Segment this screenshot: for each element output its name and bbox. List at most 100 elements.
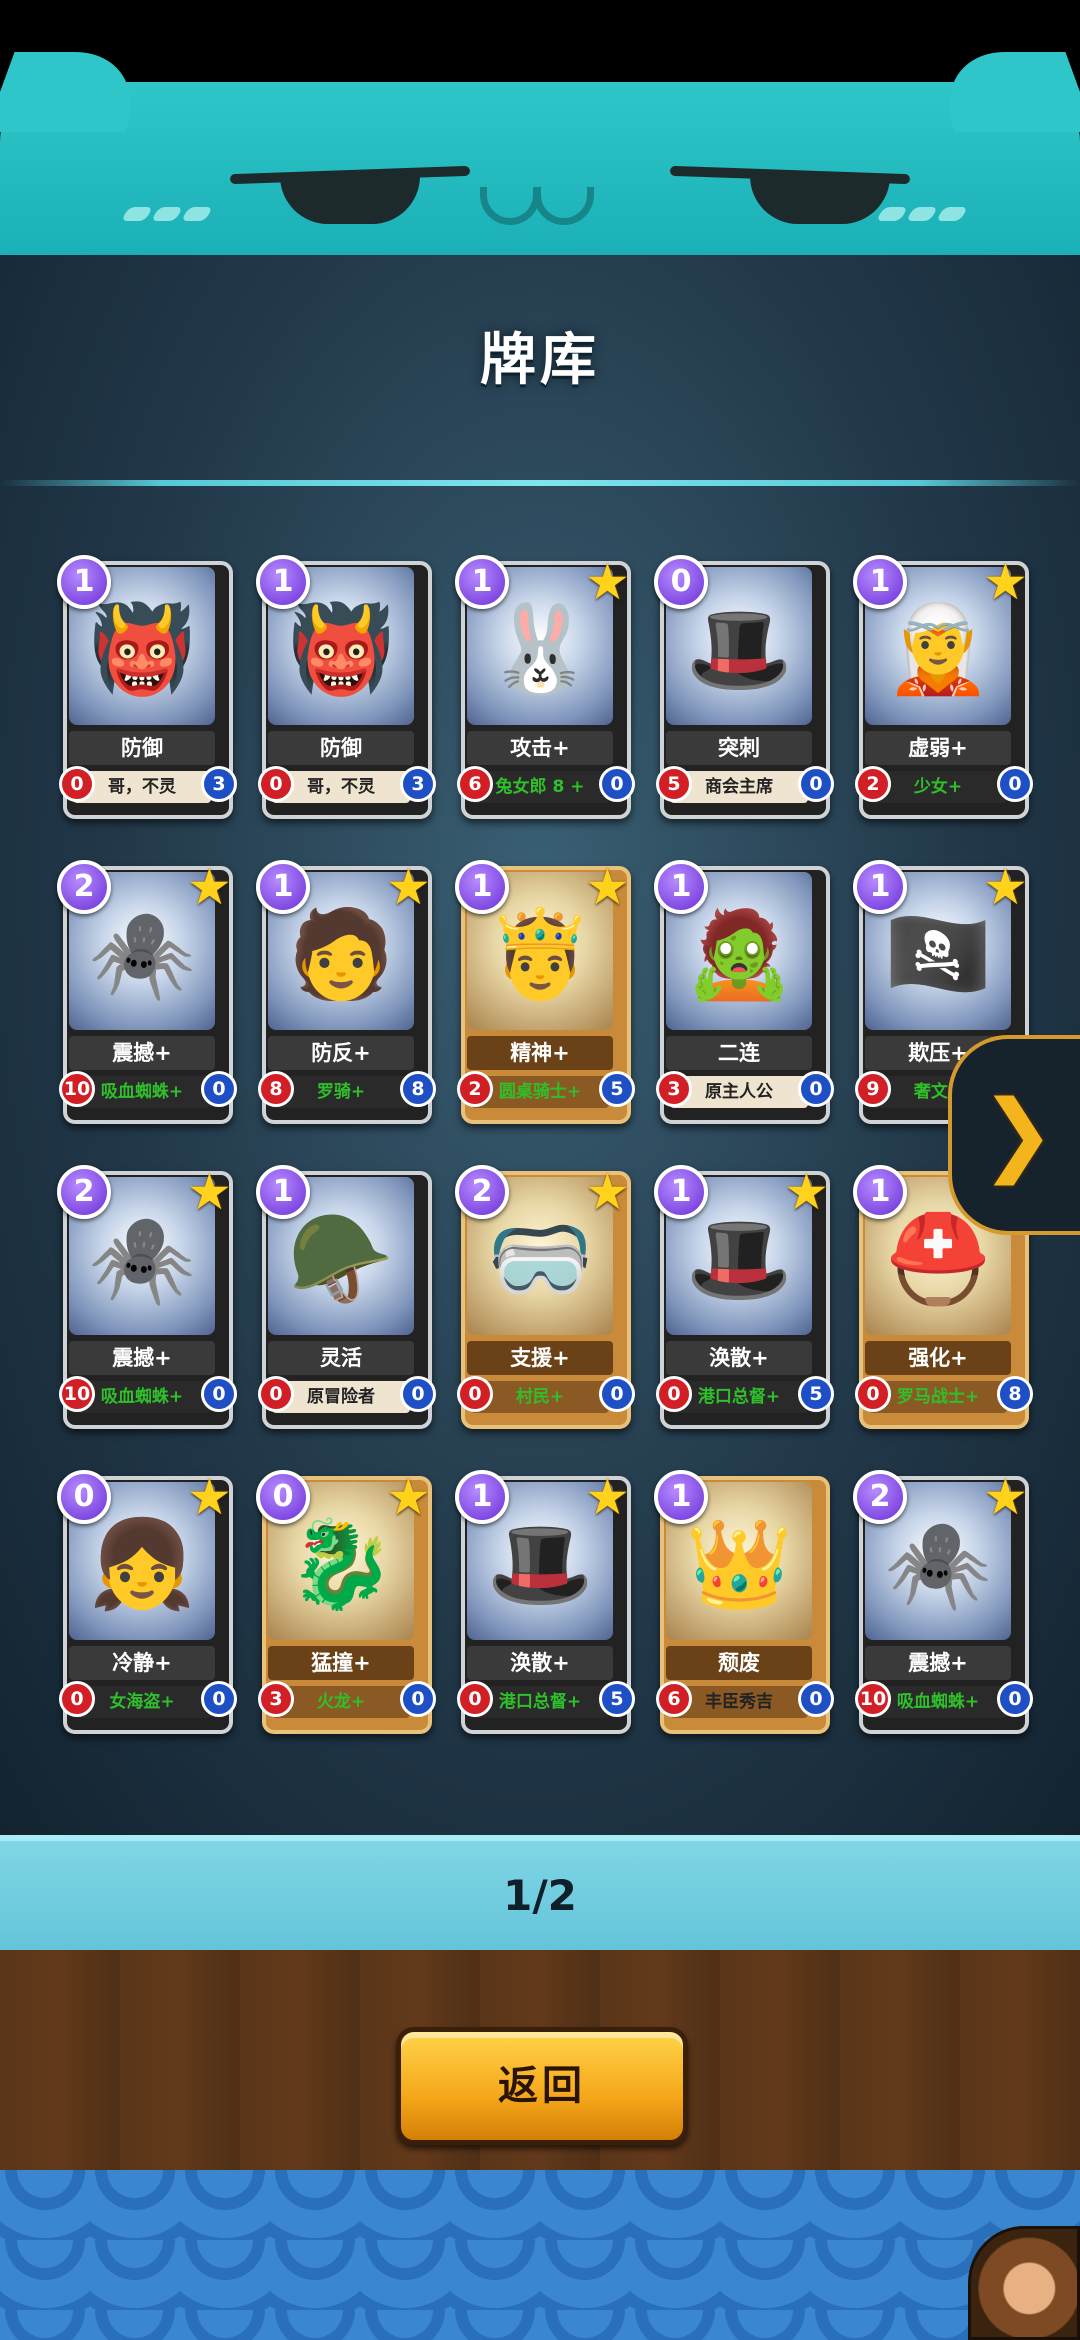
card-right-badge: 8: [400, 1071, 436, 1107]
card-left-badge: 5: [656, 766, 692, 802]
card-right-badge: 0: [798, 766, 834, 802]
character-portrait: 🐰: [486, 599, 594, 700]
deck-panel: 牌库 👹 防御 哥，不灵 1 0 3 👹 防御 哥，不灵 1 0 3 🐰 攻击+ 兔女郎 8 +1 ★ 6 0 🎩 突…: [0, 255, 1080, 1835]
card-cost: 0: [57, 1470, 111, 1524]
character-portrait: ⛑️: [884, 1209, 992, 1310]
cat-blush: [120, 207, 154, 221]
cat-mouth: [480, 187, 600, 227]
card-cost: 1: [256, 1165, 310, 1219]
deck-card[interactable]: 👹 防御 哥，不灵 1 0 3: [57, 555, 237, 819]
card-left-badge: 0: [855, 1376, 891, 1412]
card-cost: 1: [455, 555, 509, 609]
card-cost: 1: [654, 1470, 708, 1524]
character-portrait: 🎩: [685, 599, 793, 700]
card-right-badge: 3: [201, 766, 237, 802]
player-avatar[interactable]: [968, 2226, 1080, 2340]
card-name: 涣散+: [467, 1646, 613, 1680]
card-cost: 1: [57, 555, 111, 609]
character-portrait: 🎩: [685, 1209, 793, 1310]
deck-card[interactable]: 🎩 涣散+ 港口总督+ 1 ★ 0 5: [455, 1470, 635, 1734]
card-cost: 2: [57, 1165, 111, 1219]
card-right-badge: 0: [997, 766, 1033, 802]
cat-blush: [150, 207, 184, 221]
card-left-badge: 0: [59, 1681, 95, 1717]
card-right-badge: 0: [599, 766, 635, 802]
card-name: 涣散+: [666, 1341, 812, 1375]
card-cost: 1: [455, 1470, 509, 1524]
deck-card[interactable]: 🧟 二连 原主人公 1 3 0: [654, 860, 834, 1124]
deck-card[interactable]: 🎩 涣散+ 港口总督+ 1 ★ 0 5: [654, 1165, 834, 1429]
next-page-button[interactable]: ❯: [948, 1035, 1080, 1235]
card-name: 颓废: [666, 1646, 812, 1680]
deck-card[interactable]: 🤴 精神+ 圆桌骑士+ 1 ★ 2 5: [455, 860, 635, 1124]
deck-card[interactable]: 🥽 支援+ 村民+ 2 ★ 0 0: [455, 1165, 635, 1429]
card-name: 虚弱+: [865, 731, 1011, 765]
character-portrait: 👧: [88, 1514, 196, 1615]
deck-card[interactable]: 🕷️ 震撼+ 吸血蜘蛛+ 2 ★ 10 0: [57, 1165, 237, 1429]
deck-card[interactable]: 🕷️ 震撼+ 吸血蜘蛛+ 2 ★ 10 0: [57, 860, 237, 1124]
star-icon: ★: [187, 858, 232, 916]
card-left-badge: 0: [59, 766, 95, 802]
top-bar: [0, 0, 1080, 90]
card-name: 防御: [268, 731, 414, 765]
card-cost: 0: [256, 1470, 310, 1524]
cat-blush: [875, 207, 909, 221]
star-icon: ★: [187, 1163, 232, 1221]
card-name: 冷静+: [69, 1646, 215, 1680]
star-icon: ★: [784, 1163, 829, 1221]
card-left-badge: 0: [258, 1376, 294, 1412]
card-left-badge: 0: [457, 1376, 493, 1412]
card-name: 震撼+: [69, 1036, 215, 1070]
card-cost: 2: [57, 860, 111, 914]
star-icon: ★: [386, 858, 431, 916]
deck-card[interactable]: 🐰 攻击+ 兔女郎 8 +1 ★ 6 0: [455, 555, 635, 819]
card-left-badge: 2: [457, 1071, 493, 1107]
card-cost: 1: [256, 860, 310, 914]
character-portrait: 🧟: [685, 904, 793, 1005]
card-right-badge: 0: [798, 1071, 834, 1107]
card-right-badge: 5: [798, 1376, 834, 1412]
page-indicator-bar: 1/2: [0, 1835, 1080, 1950]
card-right-badge: 0: [400, 1681, 436, 1717]
card-right-badge: 3: [400, 766, 436, 802]
card-left-badge: 2: [855, 766, 891, 802]
character-portrait: 🤴: [486, 904, 594, 1005]
deck-card[interactable]: 🐉 猛撞+ 火龙+ 0 ★ 3 0: [256, 1470, 436, 1734]
deck-card[interactable]: 🎩 突刺 商会主席 0 5 0: [654, 555, 834, 819]
deck-card[interactable]: 👹 防御 哥，不灵 1 0 3: [256, 555, 436, 819]
card-name: 支援+: [467, 1341, 613, 1375]
back-button[interactable]: 返回: [396, 2027, 688, 2145]
card-name: 二连: [666, 1036, 812, 1070]
cat-eye-right: [750, 176, 890, 224]
card-cost: 1: [853, 1165, 907, 1219]
card-name: 防御: [69, 731, 215, 765]
character-portrait: 🧝: [884, 599, 992, 700]
character-portrait: 👑: [685, 1514, 793, 1615]
card-left-badge: 8: [258, 1071, 294, 1107]
card-name: 震撼+: [865, 1646, 1011, 1680]
deck-card[interactable]: 🪖 灵活 原冒险者 1 0 0: [256, 1165, 436, 1429]
star-icon: ★: [585, 553, 630, 611]
character-portrait: 👹: [287, 599, 395, 700]
cat-blush: [905, 207, 939, 221]
card-right-badge: 0: [599, 1376, 635, 1412]
card-left-badge: 0: [258, 766, 294, 802]
card-cost: 2: [853, 1470, 907, 1524]
card-left-badge: 10: [59, 1071, 95, 1107]
character-portrait: 🐉: [287, 1514, 395, 1615]
deck-card[interactable]: 🧝 虚弱+ 少女+ 1 ★ 2 0: [853, 555, 1033, 819]
deck-card[interactable]: 👑 颓废 丰臣秀吉 1 6 0: [654, 1470, 834, 1734]
card-name: 震撼+: [69, 1341, 215, 1375]
character-portrait: 🎩: [486, 1514, 594, 1615]
character-portrait: 🧑: [287, 904, 395, 1005]
card-right-badge: 5: [599, 1071, 635, 1107]
page-indicator: 1/2: [503, 1871, 577, 1920]
deck-card[interactable]: 🕷️ 震撼+ 吸血蜘蛛+ 2 ★ 10 0: [853, 1470, 1033, 1734]
deck-card[interactable]: 👧 冷静+ 女海盗+ 0 ★ 0 0: [57, 1470, 237, 1734]
star-icon: ★: [983, 858, 1028, 916]
deck-card[interactable]: 🧑 防反+ 罗骑+ 1 ★ 8 8: [256, 860, 436, 1124]
star-icon: ★: [585, 1163, 630, 1221]
card-cost: 1: [654, 860, 708, 914]
card-name: 精神+: [467, 1036, 613, 1070]
card-right-badge: 0: [201, 1071, 237, 1107]
